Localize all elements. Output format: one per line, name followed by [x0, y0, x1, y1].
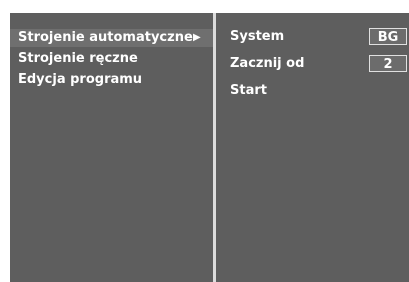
right-settings-panel: System BG Zacznij od 2 Start: [216, 13, 409, 282]
start-from-label: Zacznij od: [230, 56, 305, 71]
start-button[interactable]: Start: [230, 83, 267, 98]
menu-item-label: Strojenie automatyczne: [18, 30, 193, 45]
menu-item-auto-tuning[interactable]: Strojenie automatyczne ▶: [10, 29, 213, 47]
system-label: System: [230, 29, 285, 44]
left-menu-panel: Strojenie automatyczne ▶ Strojenie ręczn…: [10, 13, 213, 282]
tv-osd-menu: Strojenie automatyczne ▶ Strojenie ręczn…: [10, 13, 409, 282]
menu-item-label: Strojenie ręczne: [18, 51, 138, 66]
system-value-field[interactable]: BG: [369, 28, 407, 45]
start-from-value-field[interactable]: 2: [369, 55, 407, 72]
menu-item-label: Edycja programu: [18, 72, 143, 87]
right-triangle-icon: ▶: [193, 32, 201, 43]
